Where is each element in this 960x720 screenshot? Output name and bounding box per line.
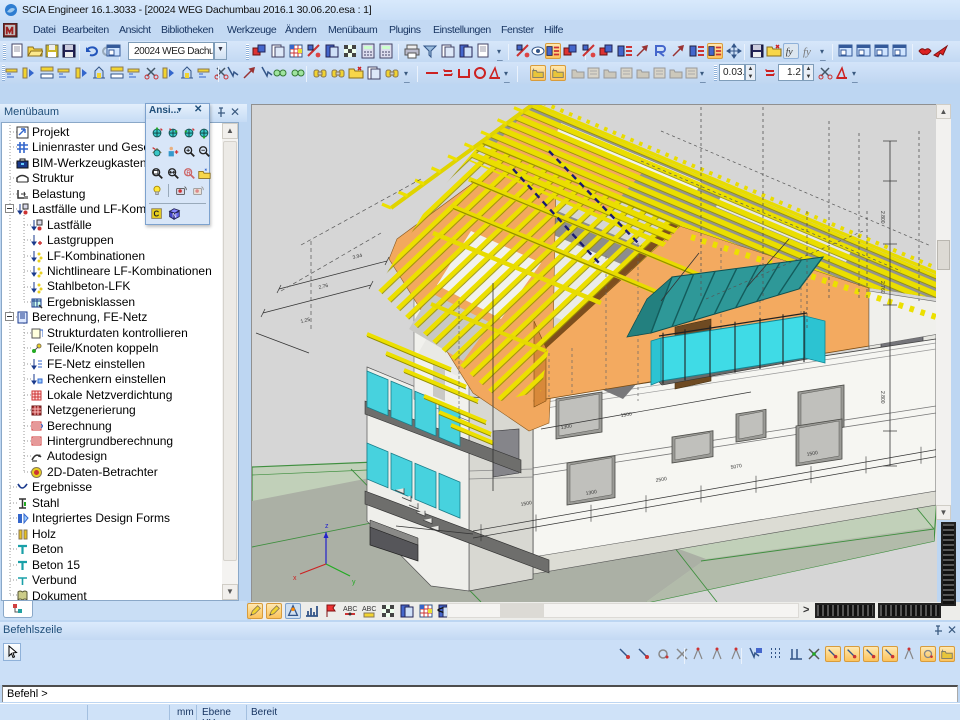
svg-text:N: N bbox=[172, 213, 176, 220]
svg-text:ABC: ABC bbox=[343, 606, 357, 613]
svg-text:fy: fy bbox=[803, 46, 811, 58]
svg-text:2.800: 2.800 bbox=[879, 391, 885, 404]
svg-text:C: C bbox=[154, 210, 160, 219]
svg-text:2.760: 2.760 bbox=[879, 281, 885, 294]
svg-text:y: y bbox=[352, 579, 356, 586]
svg-text:2.800: 2.800 bbox=[879, 211, 885, 224]
svg-text:z: z bbox=[325, 523, 329, 530]
svg-text:x: x bbox=[293, 575, 297, 582]
svg-text:ABC: ABC bbox=[362, 606, 376, 613]
svg-text:R: R bbox=[186, 170, 191, 177]
svg-text:fy: fy bbox=[786, 47, 794, 58]
